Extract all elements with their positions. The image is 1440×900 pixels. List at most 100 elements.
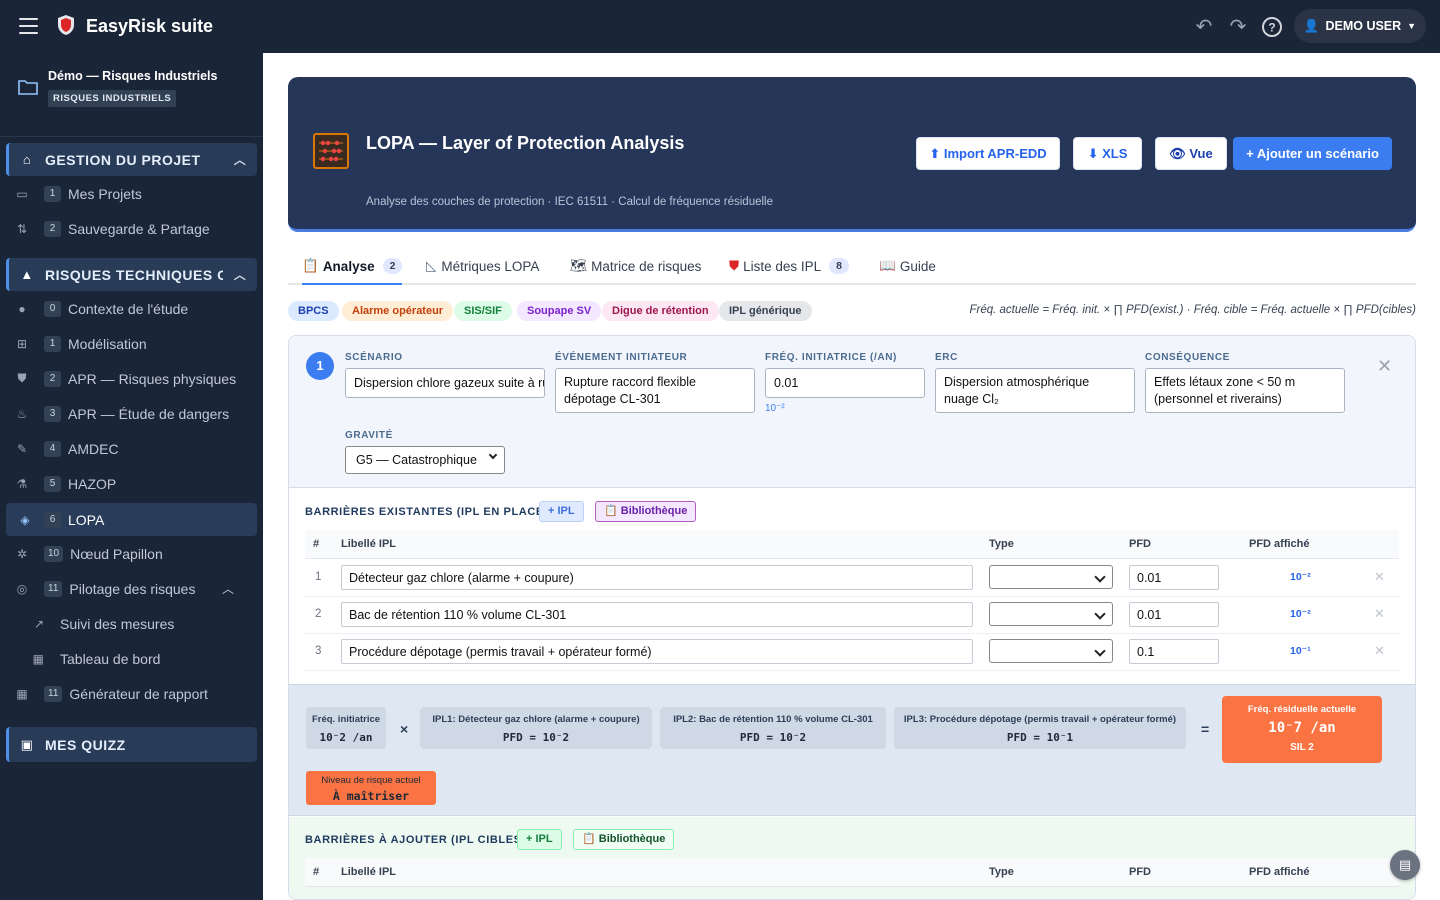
sidebar-item-noeud-papillon[interactable]: ✲ 10 Nœud Papillon <box>0 537 263 570</box>
delete-row-icon[interactable]: ✕ <box>1374 606 1385 622</box>
xls-export-button[interactable]: ⬇ XLS <box>1073 137 1142 170</box>
delete-row-icon[interactable]: ✕ <box>1374 643 1385 659</box>
item-label: Nœud Papillon <box>70 545 163 562</box>
sidebar-item-lopa[interactable]: ◈ 6 LOPA <box>6 503 257 536</box>
pfd-input[interactable]: 0.01 <box>1129 565 1219 590</box>
flame-icon: ♨ <box>16 406 28 421</box>
add-ipl-button[interactable]: + IPL <box>539 501 584 522</box>
item-number: 5 <box>44 475 61 492</box>
col-type: Type <box>989 538 1014 550</box>
delete-row-icon[interactable]: ✕ <box>1374 569 1385 585</box>
user-menu-button[interactable]: 👤 DEMO USER ▼ <box>1294 9 1426 43</box>
item-label: HAZOP <box>68 475 117 492</box>
row-num: 2 <box>315 608 322 620</box>
folder-icon <box>18 80 38 95</box>
sidebar-sub-tableau[interactable]: ▦ Tableau de bord <box>0 642 263 675</box>
info-icon: ● <box>18 301 26 316</box>
gravite-select[interactable]: G5 — Catastrophique <box>345 446 505 474</box>
item-number: 3 <box>44 405 61 422</box>
undo-icon[interactable]: ↶ <box>1192 15 1216 39</box>
ipl-type-select[interactable] <box>989 602 1113 626</box>
equals-operator: = <box>1201 721 1210 737</box>
col-label: Libellé IPL <box>341 538 397 550</box>
ipl-type-select[interactable] <box>989 639 1113 663</box>
tab-liste-ipl[interactable]: ⛊ Liste des IPL 8 <box>729 249 850 283</box>
calc-ipl1-title: IPL1: Détecteur gaz chlore (alarme + cou… <box>432 714 640 725</box>
event-textarea[interactable]: Rupture raccord flexible dépotage CL-301 <box>555 368 755 413</box>
tab-metriques[interactable]: ◺ Métriques LOPA <box>426 249 539 283</box>
view-button[interactable]: 👁 Vue <box>1155 137 1227 170</box>
col-pfd: PFD <box>1129 538 1151 550</box>
chart-icon: ◺ <box>426 258 437 273</box>
chevron-up-icon: ︿ <box>233 268 247 282</box>
formula-text: Fréq. actuelle = Fréq. init. × ∏ PFD(exi… <box>969 304 1417 316</box>
dashboard-icon: ▦ <box>32 651 44 666</box>
item-label: Contexte de l'étude <box>68 300 189 317</box>
home-icon: ⌂ <box>22 152 32 167</box>
redo-icon[interactable]: ↷ <box>1226 15 1250 39</box>
section-gestion-projet[interactable]: ⌂ GESTION DU PROJET ︿ <box>6 143 257 176</box>
pfd-input[interactable]: 0.01 <box>1129 602 1219 627</box>
import-apr-button[interactable]: ⬆ Import APR-EDD <box>916 137 1060 170</box>
wrench-icon: ✎ <box>16 441 28 456</box>
close-scenario-icon[interactable]: ✕ <box>1377 356 1392 377</box>
tab-guide[interactable]: 📖 Guide <box>879 249 936 283</box>
erc-textarea[interactable]: Dispersion atmosphérique nuage Cl₂ <box>935 368 1135 413</box>
target-library-button[interactable]: 📋 Bibliothèque <box>573 829 675 850</box>
add-target-ipl-button[interactable]: + IPL <box>517 829 562 850</box>
sidebar-item-rapport[interactable]: ▦ 11 Générateur de rapport <box>0 677 263 710</box>
sidebar-item-mes-projets[interactable]: ▭ 1 Mes Projets <box>0 177 263 210</box>
scenario-number: 1 <box>306 352 334 380</box>
calc-init-value: 10⁻2 /an <box>319 731 373 744</box>
add-scenario-button[interactable]: + Ajouter un scénario <box>1233 137 1392 170</box>
pfd-display: 10⁻¹ <box>1290 645 1311 657</box>
ipl-type-select[interactable] <box>989 565 1113 589</box>
tab-analyse[interactable]: 📋 Analyse 2 <box>302 249 403 285</box>
sidebar-item-contexte[interactable]: ● 0 Contexte de l'étude <box>0 292 263 325</box>
sidebar-sub-suivi[interactable]: ↗ Suivi des mesures <box>0 607 263 640</box>
ipl-label-input[interactable]: Détecteur gaz chlore (alarme + coupure) <box>341 565 973 590</box>
quiz-icon: ▣ <box>20 736 34 752</box>
menu-icon[interactable] <box>19 18 38 34</box>
target-table-header: # Libellé IPL Type PFD PFD affiché <box>305 858 1399 887</box>
scenario-input[interactable]: Dispersion chlore gazeux suite à rupture <box>345 368 545 398</box>
project-header[interactable]: Démo — Risques Industriels RISQUES INDUS… <box>0 53 263 137</box>
tab-matrice[interactable]: 🗺 Matrice de risques <box>570 249 701 283</box>
tab-count-badge: 2 <box>382 258 403 274</box>
section-label: MES QUIZZ <box>45 736 126 753</box>
sidebar-item-apr-dangers[interactable]: ♨ 3 APR — Étude de dangers <box>0 397 263 430</box>
section-label: GESTION DU PROJET <box>45 151 201 168</box>
sidebar-item-modelisation[interactable]: ⊞ 1 Modélisation <box>0 327 263 360</box>
sidebar-item-sauvegarde[interactable]: ⇅ 2 Sauvegarde & Partage <box>0 212 263 245</box>
label-consequence: CONSÉQUENCE <box>1145 352 1230 363</box>
item-label: Sauvegarde & Partage <box>68 220 210 237</box>
col-type: Type <box>989 866 1014 878</box>
risk-level-value: À maîtriser <box>332 789 410 803</box>
label-gravite: GRAVITÉ <box>345 430 393 441</box>
ipl-label-input[interactable]: Bac de rétention 110 % volume CL-301 <box>341 602 973 627</box>
col-pfd-affiche: PFD affiché <box>1249 866 1310 878</box>
ipl-label-input[interactable]: Procédure dépotage (permis travail + opé… <box>341 639 973 664</box>
sidebar-item-amdec[interactable]: ✎ 4 AMDEC <box>0 432 263 465</box>
svg-text:?: ? <box>1268 21 1275 35</box>
item-number: 1 <box>44 185 61 202</box>
section-risques-techniques[interactable]: ▲ RISQUES TECHNIQUES O ︿ <box>6 258 257 291</box>
sidebar-item-apr-physiques[interactable]: ⛊ 2 APR — Risques physiques <box>0 362 263 395</box>
label-erc: ERC <box>935 352 958 363</box>
result-title: Fréq. résiduelle actuelle <box>1247 704 1357 715</box>
library-button[interactable]: 📋 Bibliothèque <box>595 501 697 522</box>
pfd-input[interactable]: 0.1 <box>1129 639 1219 664</box>
sidebar-item-pilotage[interactable]: ◎ 11 Pilotage des risques ︿ <box>0 572 263 605</box>
freq-input[interactable]: 0.01 <box>765 368 925 398</box>
sidebar-item-hazop[interactable]: ⚗ 5 HAZOP <box>0 467 263 500</box>
main-content: LOPA — Layer of Protection Analysis Anal… <box>263 53 1440 900</box>
section-mes-quizz[interactable]: ▣ MES QUIZZ <box>6 727 257 762</box>
help-icon[interactable]: ? <box>1260 15 1284 39</box>
table-row: 2 Bac de rétention 110 % volume CL-301 0… <box>305 597 1399 634</box>
calc-init: Fréq. initiatrice 10⁻2 /an <box>306 707 386 749</box>
col-num: # <box>313 538 320 550</box>
chevron-down-icon: ▼ <box>1407 21 1417 31</box>
consequence-textarea[interactable]: Effets létaux zone < 50 m (personnel et … <box>1145 368 1345 413</box>
chat-feedback-icon[interactable]: ▤ <box>1390 850 1420 880</box>
clipboard-icon: 📋 <box>302 258 319 273</box>
